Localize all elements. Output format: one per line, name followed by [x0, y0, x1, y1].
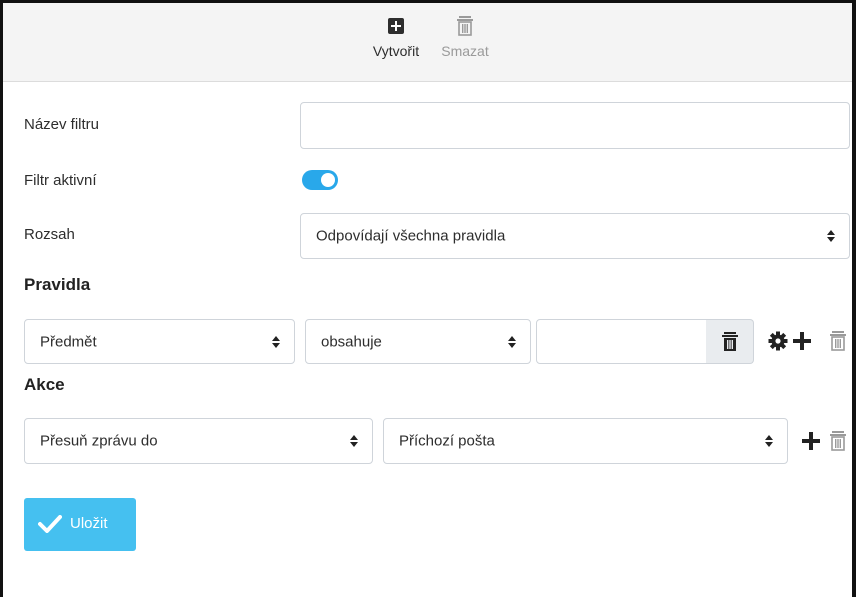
add-rule-icon[interactable] — [792, 331, 812, 351]
save-label: Uložit — [70, 515, 108, 532]
scope-label: Rozsah — [24, 226, 75, 243]
action-target-select[interactable]: Příchozí pošta — [383, 418, 788, 464]
scope-select-value: Odpovídají všechna pravidla — [316, 227, 506, 245]
rule-value-clear-button[interactable] — [706, 319, 754, 364]
gear-icon[interactable] — [768, 331, 788, 351]
action-target-value: Příchozí pošta — [399, 432, 495, 450]
sort-caret-icon — [765, 435, 773, 447]
sort-caret-icon — [272, 335, 280, 348]
filter-active-label: Filtr aktivní — [24, 172, 97, 189]
rules-heading: Pravidla — [24, 275, 91, 294]
remove-action-icon[interactable] — [830, 431, 846, 451]
action-type-select[interactable]: Přesuň zprávu do — [24, 418, 373, 464]
rule-value-input[interactable] — [536, 319, 707, 364]
create-label: Vytvořit — [372, 43, 420, 59]
sort-caret-icon — [508, 335, 516, 348]
sort-caret-icon — [350, 435, 358, 447]
filter-name-input[interactable] — [300, 102, 850, 149]
filter-active-toggle[interactable] — [302, 170, 338, 190]
sort-caret-icon — [827, 230, 835, 242]
window-frame-right — [852, 0, 856, 597]
delete-button[interactable]: Smazat — [437, 15, 493, 59]
scope-select[interactable]: Odpovídají všechna pravidla — [300, 213, 850, 259]
remove-rule-icon[interactable] — [830, 331, 846, 351]
plus-square-icon — [388, 18, 404, 34]
create-button[interactable]: Vytvořit — [368, 15, 424, 59]
action-type-value: Přesuň zprávu do — [40, 432, 158, 450]
rule-operator-select[interactable]: obsahuje — [305, 319, 531, 364]
rule-field-value: Předmět — [40, 333, 97, 350]
trash-icon — [722, 332, 738, 351]
actions-heading: Akce — [24, 375, 65, 394]
toolbar: Vytvořit Smazat — [3, 3, 852, 82]
toggle-knob — [321, 173, 335, 187]
delete-label: Smazat — [441, 43, 489, 59]
filter-name-label: Název filtru — [24, 116, 100, 133]
check-icon — [38, 515, 62, 533]
window-frame-left — [0, 0, 3, 597]
trash-icon — [457, 16, 473, 36]
rule-operator-value: obsahuje — [321, 333, 382, 350]
add-action-icon[interactable] — [801, 431, 821, 451]
save-button[interactable]: Uložit — [24, 498, 136, 551]
rule-field-select[interactable]: Předmět — [24, 319, 295, 364]
